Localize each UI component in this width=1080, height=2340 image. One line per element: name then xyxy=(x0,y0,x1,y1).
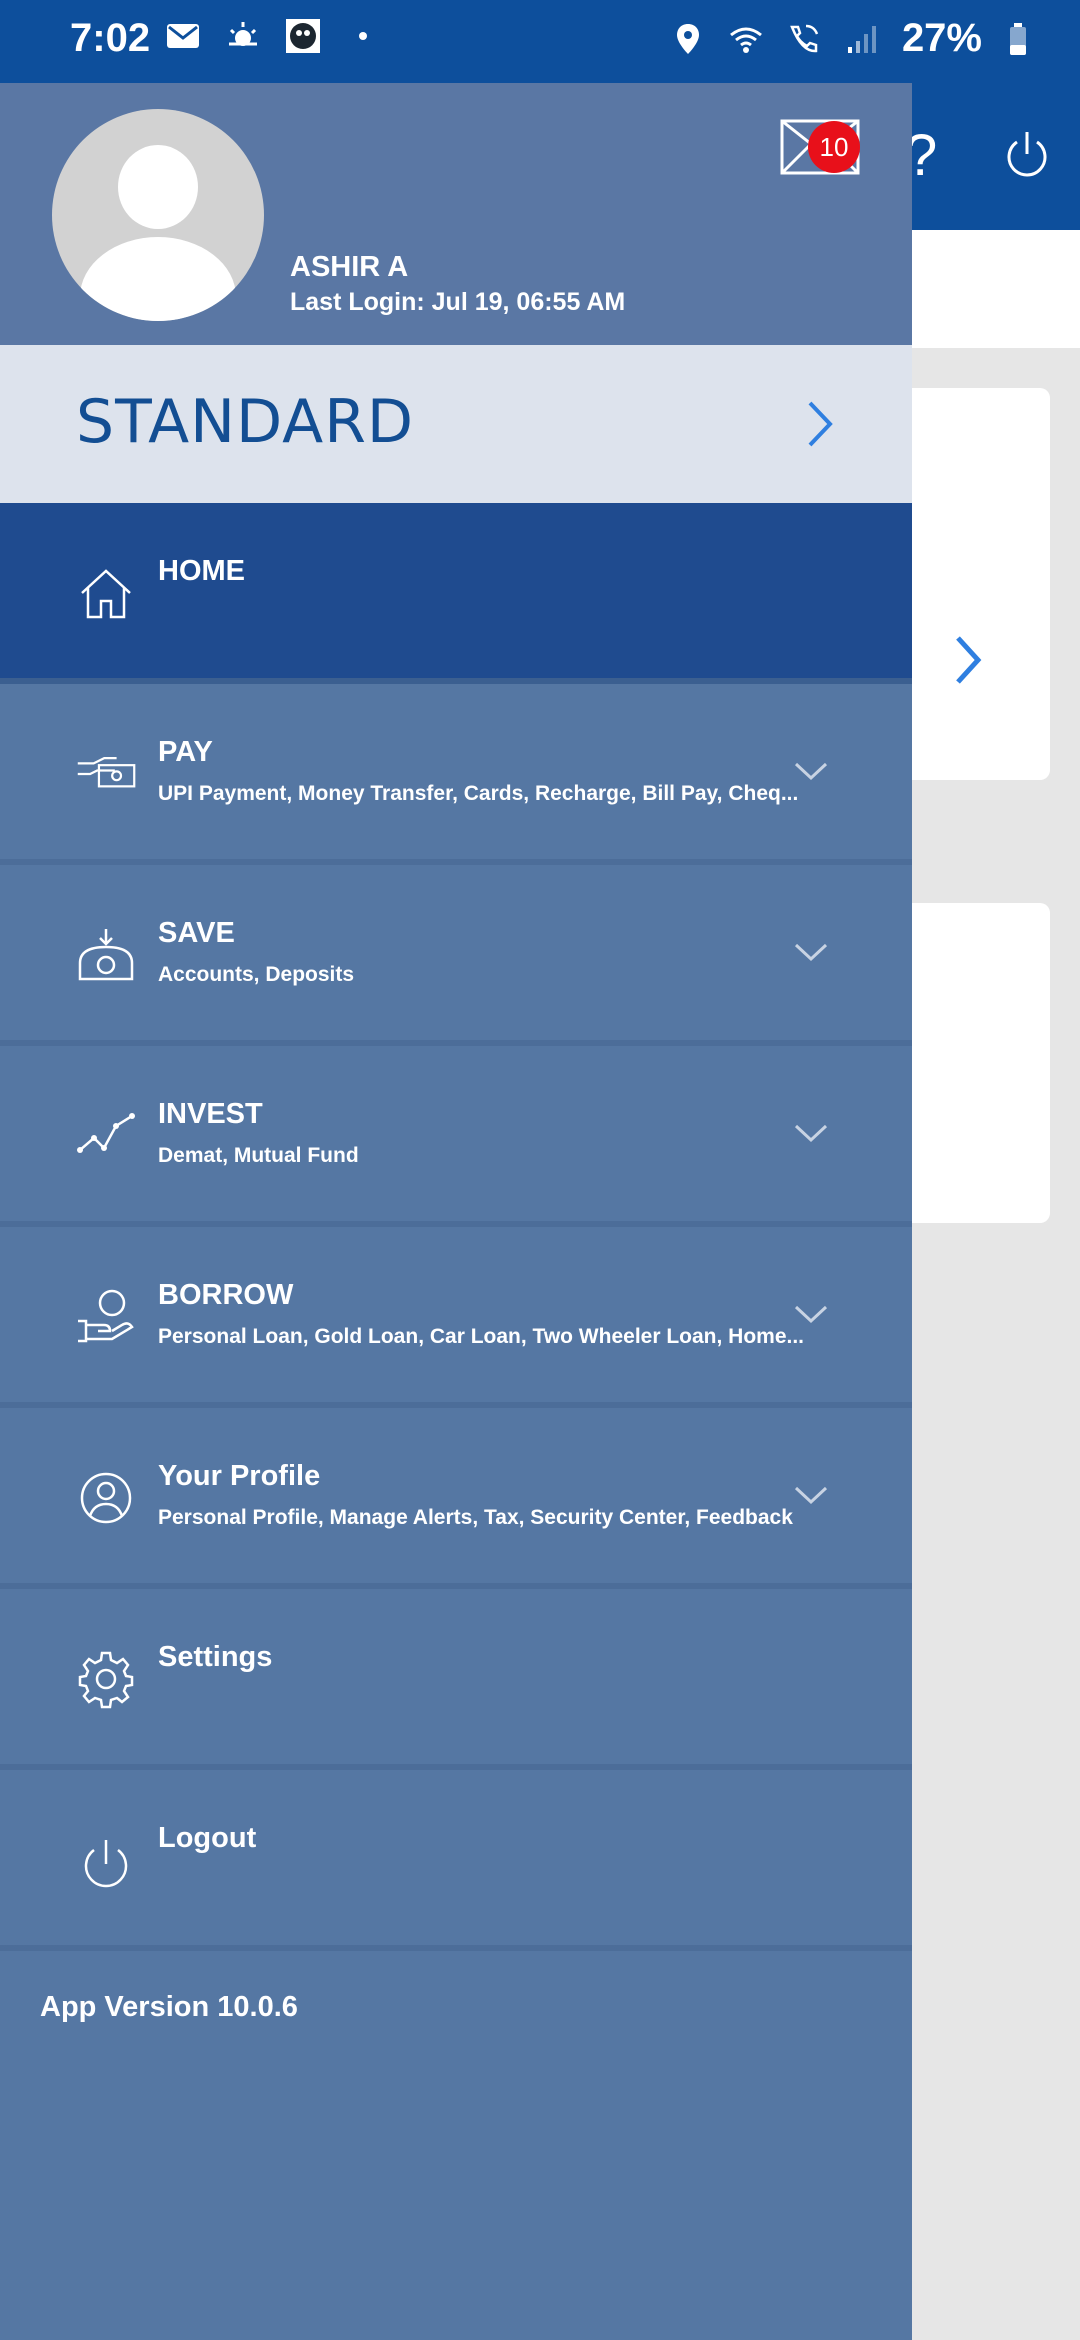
plan-row[interactable]: STANDARD xyxy=(0,345,912,503)
last-login: Last Login: Jul 19, 06:55 AM xyxy=(290,288,626,316)
menu-item-pay[interactable]: PAY UPI Payment, Money Transfer, Cards, … xyxy=(0,684,912,865)
chevron-down-icon[interactable] xyxy=(793,1484,829,1506)
status-bar: 7:02 27% xyxy=(0,0,1080,83)
weather-icon xyxy=(229,22,257,46)
home-icon xyxy=(81,569,131,619)
gmail-icon xyxy=(167,24,199,48)
avatar[interactable] xyxy=(52,109,264,321)
menu-item-label: SAVE xyxy=(158,917,235,949)
borrow-icon xyxy=(78,1289,134,1343)
app-icon xyxy=(286,19,320,53)
user-name: ASHIR A xyxy=(290,251,409,283)
menu-item-subtitle: UPI Payment, Money Transfer, Cards, Rech… xyxy=(158,782,799,805)
plan-label: STANDARD xyxy=(76,387,415,457)
location-icon xyxy=(676,23,699,54)
menu-item-label: Your Profile xyxy=(158,1460,321,1492)
invest-icon xyxy=(77,1113,135,1153)
profile-header: ASHIR A Last Login: Jul 19, 06:55 AM 10 xyxy=(0,83,912,345)
app-version: App Version 10.0.6 xyxy=(40,1991,298,2023)
status-time: 7:02 xyxy=(70,16,151,60)
menu-item-label: PAY xyxy=(158,736,213,768)
menu-item-label: INVEST xyxy=(158,1098,263,1130)
menu-item-your-profile[interactable]: Your Profile Personal Profile, Manage Al… xyxy=(0,1408,912,1589)
notification-badge: 10 xyxy=(808,121,860,173)
menu-item-subtitle: Personal Loan, Gold Loan, Car Loan, Two … xyxy=(158,1325,805,1348)
wifi-call-icon xyxy=(790,24,819,52)
chevron-right-icon[interactable] xyxy=(950,632,986,688)
pay-icon xyxy=(77,757,136,788)
navigation-drawer: ASHIR A Last Login: Jul 19, 06:55 AM 10 … xyxy=(0,83,912,2340)
chevron-down-icon[interactable] xyxy=(793,1303,829,1325)
menu-item-subtitle: Accounts, Deposits xyxy=(158,963,355,986)
wifi-icon xyxy=(730,27,762,53)
menu-item-label: HOME xyxy=(158,555,245,587)
signal-icon xyxy=(847,25,876,53)
profile-icon xyxy=(80,1472,132,1524)
power-icon[interactable] xyxy=(1003,128,1051,180)
logout-icon xyxy=(84,1840,128,1888)
menu-item-settings[interactable]: Settings xyxy=(0,1589,912,1770)
chevron-down-icon[interactable] xyxy=(793,760,829,782)
battery-percentage: 27% xyxy=(901,16,982,60)
settings-icon xyxy=(78,1651,134,1709)
menu-item-invest[interactable]: INVEST Demat, Mutual Fund xyxy=(0,1046,912,1227)
menu-item-label: Logout xyxy=(158,1822,257,1854)
menu-item-home[interactable]: HOME xyxy=(0,503,912,684)
dot-icon xyxy=(359,32,367,40)
menu-item-subtitle: Demat, Mutual Fund xyxy=(158,1144,359,1167)
menu-item-label: Settings xyxy=(158,1641,273,1673)
menu-item-logout[interactable]: Logout xyxy=(0,1770,912,1951)
save-icon xyxy=(78,929,134,981)
menu-item-save[interactable]: SAVE Accounts, Deposits xyxy=(0,865,912,1046)
menu-item-label: BORROW xyxy=(158,1279,294,1311)
chevron-down-icon[interactable] xyxy=(793,941,829,963)
battery-icon xyxy=(1010,22,1026,55)
menu-item-borrow[interactable]: BORROW Personal Loan, Gold Loan, Car Loa… xyxy=(0,1227,912,1408)
chevron-right-icon xyxy=(808,401,833,447)
menu-item-subtitle: Personal Profile, Manage Alerts, Tax, Se… xyxy=(158,1506,793,1529)
chevron-down-icon[interactable] xyxy=(793,1122,829,1144)
